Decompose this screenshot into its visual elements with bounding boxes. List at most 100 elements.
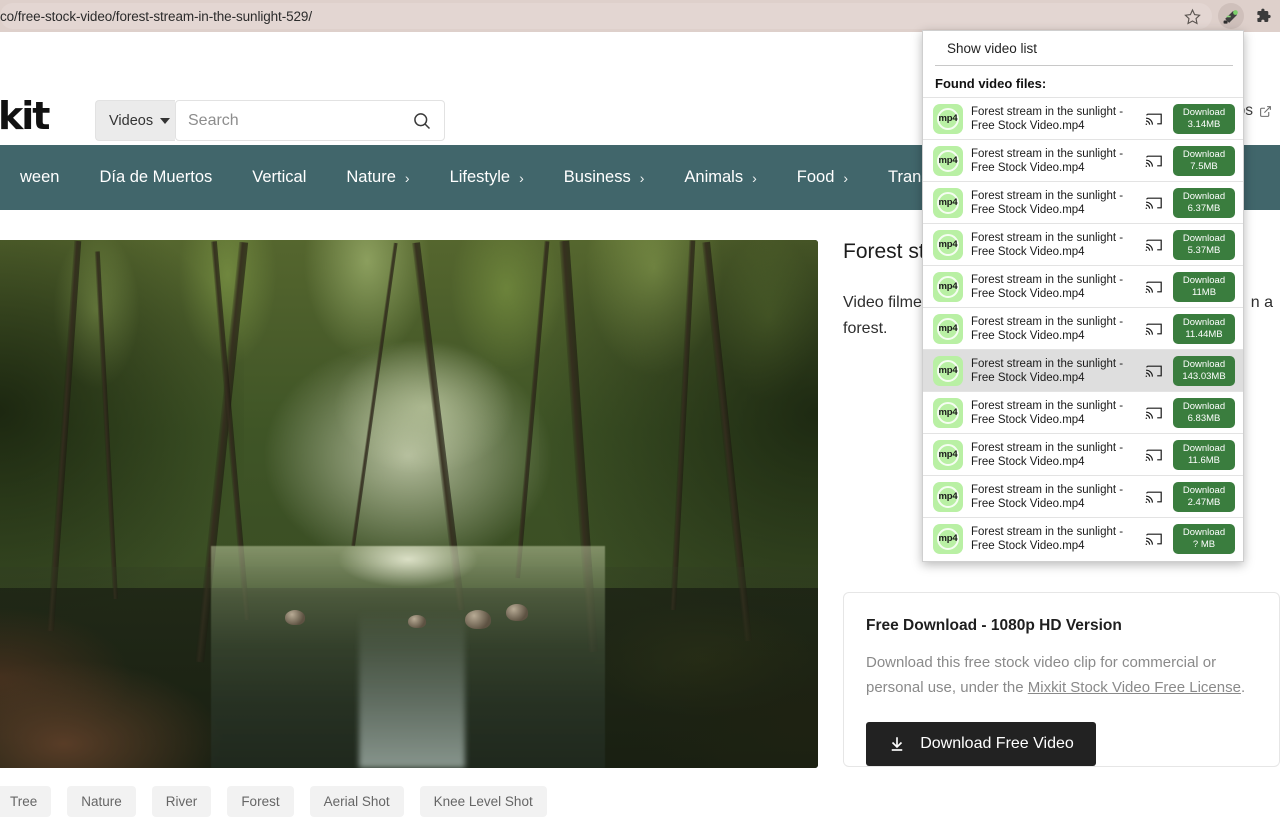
cat-item-halloween[interactable]: ween [0,168,79,187]
cast-screen-icon[interactable] [1143,405,1165,421]
video-downloader-extension-icon[interactable] [1218,3,1244,29]
cat-item-lifestyle[interactable]: Lifestyle › [430,168,544,187]
tag-knee-level-shot[interactable]: Knee Level Shot [419,786,547,817]
address-bar[interactable]: co/free-stock-video/forest-stream-in-the… [0,3,1212,29]
download-free-video-button[interactable]: Download Free Video [866,722,1096,766]
cast-screen-icon[interactable] [1143,489,1165,505]
download-file-size: 11MB [1191,286,1217,298]
download-file-button[interactable]: Download 11.44MB [1173,313,1235,344]
search-type-dropdown[interactable]: Videos [95,100,175,141]
tag-forest[interactable]: Forest [227,786,294,817]
download-file-button[interactable]: Download 3.14MB [1173,103,1235,134]
video-file-row[interactable]: mp4 Forest stream in the sunlight - Free … [923,433,1243,475]
tag-aerial-shot[interactable]: Aerial Shot [309,786,404,817]
tag-river[interactable]: River [151,786,212,817]
cast-screen-icon[interactable] [1143,237,1165,253]
video-file-row[interactable]: mp4 Forest stream in the sunlight - Free … [923,97,1243,139]
download-file-button[interactable]: Download 6.37MB [1173,187,1235,218]
cat-item-vertical[interactable]: Vertical [232,168,326,187]
cast-screen-icon[interactable] [1143,153,1165,169]
video-file-row[interactable]: mp4 Forest stream in the sunlight - Free … [923,265,1243,307]
cast-screen-icon[interactable] [1143,363,1165,379]
cat-item-food[interactable]: Food › [777,168,868,187]
download-file-size: 6.37MB [1187,202,1221,214]
download-file-size: 11.6MB [1187,454,1221,466]
download-file-button[interactable]: Download? MB [1173,523,1235,554]
video-file-row[interactable]: mp4 Forest stream in the sunlight - Free … [923,223,1243,265]
video-file-row[interactable]: mp4 Forest stream in the sunlight - Free … [923,349,1243,391]
cat-label: Animals [684,168,744,186]
mp4-file-icon: mp4 [933,271,963,302]
mp4-badge-label: mp4 [938,323,958,334]
video-file-row[interactable]: mp4 Forest stream in the sunlight - Free … [923,139,1243,181]
download-file-button[interactable]: Download 143.03MB [1173,355,1235,386]
video-file-row[interactable]: mp4 Forest stream in the sunlight - Free … [923,517,1243,559]
download-file-size: 143.03MB [1182,370,1226,382]
site-logo[interactable]: kit [0,94,50,138]
cast-screen-icon[interactable] [1143,111,1165,127]
download-file-size: 5.37MB [1187,244,1221,256]
cat-label: ween [20,168,60,186]
address-bar-url: co/free-stock-video/forest-stream-in-the… [0,8,312,24]
star-icon[interactable] [1180,4,1204,28]
cast-screen-icon[interactable] [1143,195,1165,211]
video-file-row[interactable]: mp4 Forest stream in the sunlight - Free … [923,307,1243,349]
video-file-row[interactable]: mp4 Forest stream in the sunlight - Free … [923,391,1243,433]
mp4-file-icon: mp4 [933,439,963,470]
download-button-text: Download [1182,442,1226,454]
video-file-name: Forest stream in the sunlight - Free Sto… [971,147,1124,174]
desc-end: n a [1250,294,1274,311]
tag-tree[interactable]: Tree [0,786,52,817]
video-file-row[interactable]: mp4 Forest stream in the sunlight - Free … [923,181,1243,223]
search-button[interactable] [400,101,444,140]
chevron-right-icon: › [404,169,410,186]
download-file-button[interactable]: Download 6.83MB [1173,397,1235,428]
tag-nature[interactable]: Nature [67,786,136,817]
download-button-text: Download [1182,232,1226,244]
cat-label: Food [796,168,835,186]
video-file-name: Forest stream in the sunlight - Free Sto… [971,315,1124,342]
chevron-down-icon [160,117,171,124]
download-button-text: Download [1182,484,1226,496]
license-link[interactable]: Mixkit Stock Video Free License [1028,679,1241,696]
forest-stream-video-thumbnail [0,240,818,768]
mp4-file-icon: mp4 [933,355,963,386]
download-button-text: Download [1182,274,1226,286]
cat-item-nature[interactable]: Nature › [326,168,429,187]
download-file-button[interactable]: Download 11.6MB [1173,439,1235,470]
cat-item-dia-de-muertos[interactable]: Día de Muertos [79,168,232,187]
download-button-text: Download [1182,526,1226,538]
cat-item-business[interactable]: Business › [544,168,665,187]
video-file-list: mp4 Forest stream in the sunlight - Free … [923,97,1243,559]
download-file-size: ? MB [1192,538,1216,550]
download-file-size: 6.83MB [1187,412,1221,424]
mp4-badge-label: mp4 [938,533,958,544]
mp4-file-icon: mp4 [933,523,963,554]
video-file-name: Forest stream in the sunlight - Free Sto… [971,357,1124,384]
mp4-file-icon: mp4 [933,145,963,176]
search-bar[interactable] [175,100,445,141]
chevron-right-icon: › [752,169,757,186]
download-card-description: Download this free stock video clip for … [866,650,1257,700]
search-type-label: Videos [109,112,154,129]
video-player[interactable] [0,240,818,768]
cat-item-animals[interactable]: Animals › [664,168,776,187]
mp4-badge-label: mp4 [938,407,958,418]
cast-screen-icon[interactable] [1143,447,1165,463]
cast-screen-icon[interactable] [1143,321,1165,337]
video-file-name: Forest stream in the sunlight - Free Sto… [971,441,1124,468]
download-button-text: Download [1182,190,1226,202]
download-button-text: Download [1182,106,1226,118]
download-button-text: Download [1182,358,1226,370]
download-file-button[interactable]: Download 11MB [1173,271,1235,302]
cast-screen-icon[interactable] [1143,531,1165,547]
download-file-button[interactable]: Download 2.47MB [1173,481,1235,512]
download-file-button[interactable]: Download 7.5MB [1173,145,1235,176]
show-video-list-menu-item[interactable]: Show video list [935,31,1233,66]
extensions-puzzle-icon[interactable] [1252,4,1276,28]
search-input[interactable] [176,111,400,130]
download-file-button[interactable]: Download 5.37MB [1173,229,1235,260]
cast-screen-icon[interactable] [1143,279,1165,295]
browser-toolbar: co/free-stock-video/forest-stream-in-the… [0,0,1280,32]
video-file-row[interactable]: mp4 Forest stream in the sunlight - Free … [923,475,1243,517]
